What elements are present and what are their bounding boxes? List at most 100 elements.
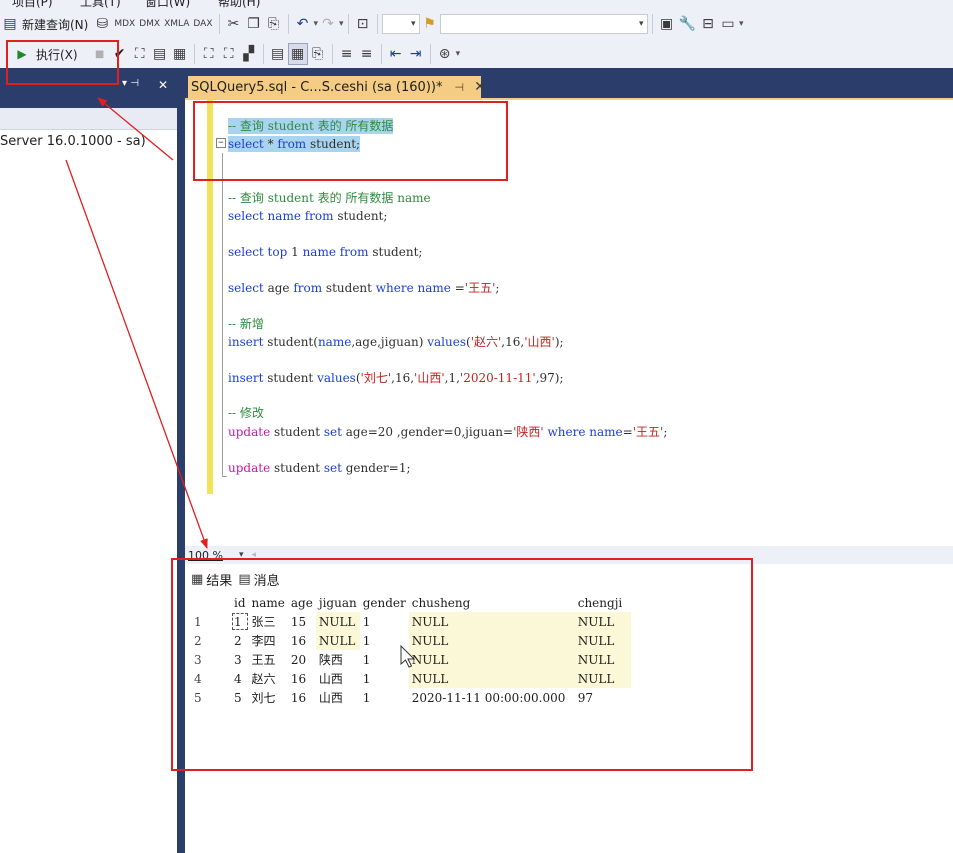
tab-results[interactable]: ▦ 结果 [191, 570, 232, 589]
cut-icon[interactable]: ✂ [224, 13, 244, 35]
console-icon[interactable]: ▭ [718, 13, 738, 35]
grid-cell[interactable]: NULL [315, 631, 360, 650]
grid-cell[interactable]: 16 [288, 688, 316, 707]
tab-pin-icon[interactable]: ⊣ [454, 81, 464, 94]
comment-lines-icon[interactable]: ≡ [337, 43, 357, 65]
wrench-icon[interactable]: 🔧 [677, 13, 698, 35]
live-query-statistics-icon[interactable]: ⛶ [219, 43, 239, 65]
results-to-grid-icon[interactable]: ▦ [170, 43, 190, 65]
paste-icon[interactable]: ⎘ [264, 13, 284, 35]
include-actual-plan-icon[interactable]: ⛶ [199, 43, 219, 65]
query-options-icon[interactable]: ▤ [150, 43, 170, 65]
grid-cell[interactable]: 张三 [249, 612, 288, 631]
grid-cell[interactable]: 1 [360, 612, 409, 631]
menu-item-tools[interactable]: 工具(T) [80, 0, 121, 8]
results-grid-toggle-icon[interactable]: ▦ [287, 43, 308, 65]
grid-cell[interactable]: NULL [408, 669, 575, 688]
increase-indent-icon[interactable]: ⇥ [406, 43, 426, 65]
grid-cell[interactable]: 赵六 [249, 669, 288, 688]
grid-cell[interactable]: 1 [360, 669, 409, 688]
find-icon[interactable]: ⚑ [420, 13, 440, 35]
grid-cell[interactable]: 2020-11-11 00:00:00.000 [409, 688, 575, 707]
grid-cell[interactable]: 王五 [249, 650, 288, 669]
results-to-file-icon[interactable]: ⎘ [308, 43, 328, 65]
uncomment-lines-icon[interactable]: ≡ [357, 43, 377, 65]
grid-cell[interactable]: 3 [231, 650, 249, 669]
grid-cell[interactable]: 16 [288, 631, 316, 650]
dax-query-icon[interactable]: DAX [191, 13, 214, 35]
find-combo-dropdown[interactable]: ▾ [439, 14, 648, 34]
grid-cell[interactable]: NULL [315, 612, 360, 631]
zoom-level[interactable]: 100 % [188, 549, 223, 562]
copy-icon[interactable]: ❐ [244, 13, 264, 35]
explorer-pin-icon[interactable]: ▾ ⊣ [122, 78, 139, 89]
grid-cell[interactable]: NULL [574, 612, 631, 631]
column-header[interactable]: gender [359, 594, 409, 612]
toolbar-options-dropdown-icon[interactable]: ▾ [739, 19, 744, 29]
specify-template-values-icon[interactable]: ⊛ [435, 43, 455, 65]
explorer-close-icon[interactable]: ✕ [158, 78, 168, 92]
grid-cell[interactable]: 刘七 [249, 688, 288, 707]
display-estimated-plan-icon[interactable]: ⛶ [130, 43, 150, 65]
menu-item-project[interactable]: 项目(P) [12, 0, 53, 8]
column-header[interactable]: chengji [574, 594, 631, 612]
database-engine-query-icon[interactable]: ⛁ [92, 13, 112, 35]
table-row[interactable]: 5 5 刘七 16 山西 1 2020-11-11 00:00:00.000 97 [191, 688, 631, 707]
column-header[interactable]: age [287, 594, 316, 612]
solution-config-dropdown[interactable]: ▾ [381, 14, 420, 34]
grid-cell[interactable]: 1 [231, 612, 249, 631]
collapse-region-icon[interactable]: − [216, 138, 226, 148]
new-query-icon[interactable]: ▤ [0, 13, 20, 35]
solution-explorer-icon[interactable]: ⊡ [353, 13, 373, 35]
server-tree-node[interactable]: Server 16.0.1000 - sa) [0, 134, 146, 149]
xmla-query-icon[interactable]: XMLA [162, 13, 191, 35]
grid-cell[interactable]: NULL [574, 631, 631, 650]
redo-icon[interactable]: ↷ [318, 13, 338, 35]
zoom-dropdown-icon[interactable]: ▾ [239, 550, 244, 560]
scroll-left-icon[interactable]: ◂ [251, 550, 256, 560]
column-header[interactable]: id [231, 594, 249, 612]
grid-cell[interactable]: 5 [231, 688, 249, 707]
execute-play-icon[interactable]: ▶ [12, 43, 32, 65]
table-row[interactable]: 4 4 赵六 16 山西 1 NULL NULL [191, 669, 631, 688]
grid-cell[interactable]: 李四 [249, 631, 288, 650]
parse-checkmark-icon[interactable]: ✔ [110, 43, 130, 65]
undo-icon[interactable]: ↶ [293, 13, 313, 35]
grid-cell[interactable]: NULL [574, 650, 631, 669]
grid-cell[interactable]: 4 [231, 669, 249, 688]
menu-item-window[interactable]: 窗口(W) [145, 0, 190, 8]
grid-cell[interactable]: 陕西 [316, 650, 360, 669]
grid-cell[interactable]: 2 [231, 631, 249, 650]
client-statistics-icon[interactable]: ▞ [239, 43, 259, 65]
grid-cell[interactable]: 16 [288, 669, 316, 688]
tab-close-icon[interactable]: ✕ [474, 79, 486, 95]
dmx-query-icon[interactable]: DMX [137, 13, 162, 35]
properties-window-icon[interactable]: ▣ [657, 13, 677, 35]
new-query-button[interactable]: 新建查询(N) [22, 16, 88, 33]
grid-cell[interactable]: 山西 [316, 688, 360, 707]
toolbar-options-dropdown-icon[interactable]: ▾ [456, 49, 461, 59]
grid-cell[interactable]: 97 [575, 688, 631, 707]
grid-cell[interactable]: NULL [408, 631, 575, 650]
grid-cell[interactable]: 山西 [316, 669, 360, 688]
execute-button[interactable]: 执行(X) [36, 46, 78, 63]
tab-sqlquery5[interactable]: SQLQuery5.sql - C...S.ceshi (sa (160))* … [188, 76, 486, 98]
column-header[interactable]: name [248, 594, 288, 612]
column-header[interactable]: chusheng [408, 594, 575, 612]
toolbox-icon[interactable]: ⊟ [698, 13, 718, 35]
tab-messages[interactable]: ▤ 消息 [238, 570, 279, 589]
grid-cell[interactable]: NULL [408, 612, 575, 631]
table-row[interactable]: 1 1 张三 15 NULL 1 NULL NULL [191, 612, 631, 631]
grid-cell[interactable]: 1 [360, 688, 409, 707]
grid-cell[interactable]: NULL [574, 669, 631, 688]
decrease-indent-icon[interactable]: ⇤ [386, 43, 406, 65]
sql-editor[interactable]: − -- 查询 student 表的 所有数据 select * from st… [185, 100, 953, 546]
grid-cell[interactable]: 15 [288, 612, 316, 631]
mdx-query-icon[interactable]: MDX [112, 13, 137, 35]
menu-item-help[interactable]: 帮助(H) [218, 0, 260, 8]
column-header[interactable]: jiguan [315, 594, 360, 612]
grid-cell[interactable]: NULL [408, 650, 575, 669]
redo-dropdown-icon[interactable]: ▾ [339, 19, 344, 29]
panel-splitter[interactable] [177, 68, 185, 853]
results-to-text-icon[interactable]: ▤ [268, 43, 288, 65]
